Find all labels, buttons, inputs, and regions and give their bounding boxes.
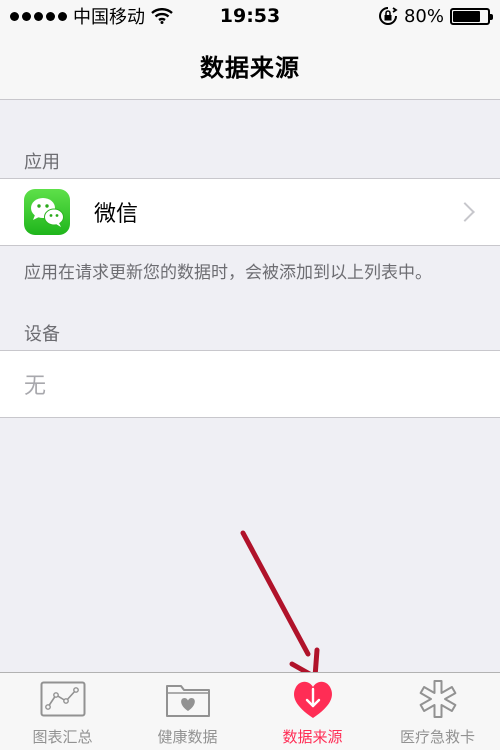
battery-icon (450, 7, 493, 25)
status-bar: 中国移动 19:53 80% (0, 0, 500, 32)
devices-empty-label: 无 (24, 374, 47, 399)
carrier-label: 中国移动 (73, 7, 145, 28)
medical-star-icon (411, 677, 465, 721)
battery-level (453, 10, 481, 22)
sources-heart-icon (286, 677, 340, 721)
wechat-icon (24, 189, 70, 235)
tab-label: 医疗急救卡 (399, 728, 475, 746)
devices-empty-row: 无 (0, 350, 500, 418)
tab-bar: 图表汇总 健康数据 数据来源 医疗急救卡 (0, 672, 500, 750)
devices-section-header: 设备 (24, 324, 60, 345)
chevron-right-icon (455, 202, 475, 222)
tab-medical-id[interactable]: 医疗急救卡 (375, 673, 500, 750)
apps-section-footer: 应用在请求更新您的数据时，会被添加到以上列表中。 (24, 263, 432, 283)
wifi-icon (151, 8, 173, 24)
battery-percent: 80% (403, 5, 444, 27)
page-title: 数据来源 (200, 54, 300, 82)
health-data-folder-icon (161, 677, 215, 721)
app-row-wechat[interactable]: 微信 (0, 178, 500, 246)
chart-icon (36, 677, 90, 721)
rotation-lock-icon (379, 7, 398, 25)
signal-dots-icon (10, 11, 67, 21)
tab-label: 健康数据 (157, 728, 218, 746)
apps-section-header: 应用 (24, 152, 60, 173)
tab-label: 数据来源 (282, 728, 343, 746)
app-name-label: 微信 (94, 202, 139, 227)
tab-data-sources[interactable]: 数据来源 (250, 673, 375, 750)
tab-label: 图表汇总 (32, 728, 93, 746)
navigation-bar: 数据来源 (0, 32, 500, 100)
tab-chart-summary[interactable]: 图表汇总 (0, 673, 125, 750)
tab-health-data[interactable]: 健康数据 (125, 673, 250, 750)
